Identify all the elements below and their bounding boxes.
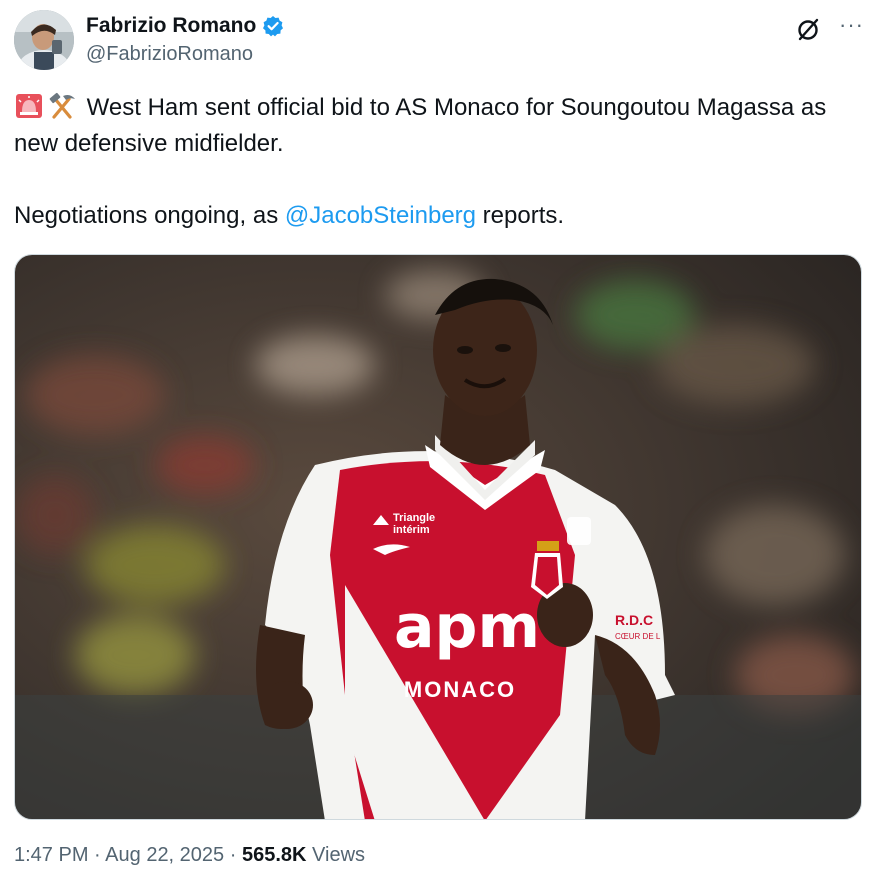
author-avatar[interactable]: [14, 10, 74, 70]
siren-emoji: [14, 91, 44, 121]
sleeve-crest: [567, 517, 591, 545]
author-handle[interactable]: @FabrizioRomano: [86, 43, 253, 66]
tweet-time[interactable]: 1:47 PM: [14, 844, 88, 866]
tweet-header: Fabrizio Romano @FabrizioRomano ···: [14, 10, 870, 72]
grok-icon[interactable]: [794, 16, 822, 44]
tweet-text-line-2-after: reports.: [476, 202, 565, 229]
tweet-body: West Ham sent official bid to AS Monaco …: [14, 90, 864, 234]
author-display-name[interactable]: Fabrizio Romano: [86, 14, 256, 38]
tweet-paragraph-2: Negotiations ongoing, as @JacobSteinberg…: [14, 198, 864, 234]
mention-link[interactable]: @JacobSteinberg: [285, 202, 476, 229]
hammer-and-pick-emoji: [47, 91, 77, 121]
tweet-media-image[interactable]: Triangle intérim R.D.C CŒUR DE L apm MON…: [14, 254, 862, 820]
verified-badge-icon: [262, 15, 284, 37]
tweet-date[interactable]: Aug 22, 2025: [105, 844, 224, 866]
tweet-text-line-1: West Ham sent official bid to AS Monaco …: [14, 94, 827, 157]
svg-text:CŒUR DE L: CŒUR DE L: [615, 632, 661, 641]
more-icon[interactable]: ···: [839, 14, 864, 36]
meta-separator: ·: [94, 844, 101, 866]
views-label: Views: [312, 844, 366, 866]
avatar-photo: [14, 10, 74, 70]
tweet-paragraph-1: West Ham sent official bid to AS Monaco …: [14, 90, 864, 162]
meta-separator: ·: [229, 844, 237, 866]
views-count: 565.8K: [241, 844, 307, 866]
player-photo: Triangle intérim R.D.C CŒUR DE L apm MON…: [15, 255, 861, 819]
svg-text:intérim: intérim: [393, 524, 430, 536]
author-name-row: Fabrizio Romano: [86, 14, 284, 38]
shirt-sponsor-text: apm: [394, 592, 540, 662]
tweet-metadata: 1:47 PM · Aug 22, 2025 · 565.8K Views: [14, 844, 365, 867]
sleeve-sponsor-text: Triangle: [393, 512, 435, 524]
sleeve-badge-text: R.D.C: [615, 612, 653, 628]
shirt-city-text: MONACO: [404, 677, 516, 702]
tweet-text-line-2-before: Negotiations ongoing, as: [14, 202, 285, 229]
